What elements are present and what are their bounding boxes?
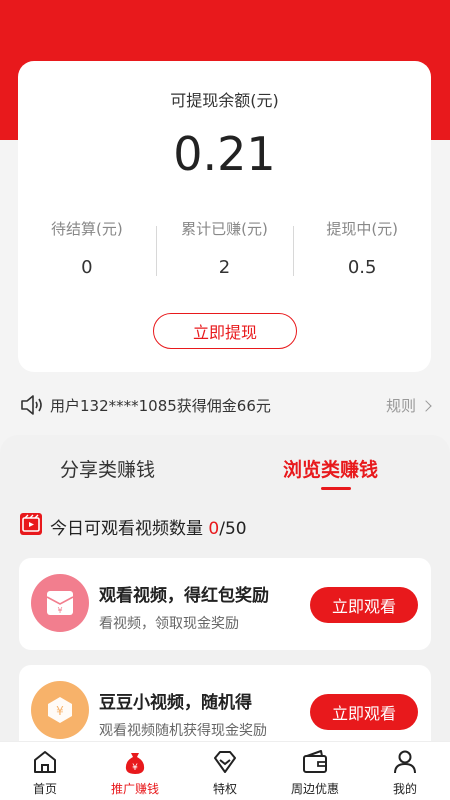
stat-value: 2 [218, 257, 231, 278]
tabbar-label: 我的 [392, 782, 417, 796]
notice-text: 用户132****1085获得佣金66元 [50, 397, 271, 415]
wallet-icon [303, 750, 327, 773]
red-envelope-icon: ¥ [31, 574, 89, 632]
tabbar-item-home[interactable]: 首页 [0, 742, 90, 800]
watch-now-button[interactable]: 立即观看 [310, 694, 418, 730]
rules-label: 规则 [385, 397, 416, 415]
task-title: 观看视频，得红包奖励 [99, 586, 269, 606]
tab-active-indicator [321, 487, 351, 490]
watch-now-button[interactable]: 立即观看 [310, 587, 418, 623]
task-subtitle: 看视频，领取现金奖励 [99, 616, 239, 632]
tabbar-label: 推广赚钱 [110, 782, 159, 796]
stat-withdrawing: 提现中(元) 0.5 [293, 216, 431, 278]
stat-pending: 待结算(元) 0 [18, 216, 156, 278]
stat-value: 0 [81, 257, 93, 278]
video-count: 今日可观看视频数量 0/50 [50, 514, 247, 539]
stat-label: 累计已赚(元) [181, 220, 268, 238]
balance-card: 可提现余额(元) 0.21 待结算(元) 0 累计已赚(元) 2 提现中(元) … [18, 61, 431, 372]
video-count-label: 今日可观看视频数量 [50, 519, 203, 539]
task-card: ¥ 观看视频，得红包奖励 看视频，领取现金奖励 立即观看 [19, 558, 431, 650]
chevron-right-icon [420, 399, 432, 412]
tabbar-item-profile[interactable]: 我的 [360, 742, 450, 800]
tab-browse[interactable]: 浏览类赚钱 [283, 455, 378, 482]
tabbar-item-privilege[interactable]: 特权 [180, 742, 270, 800]
speaker-icon [21, 395, 42, 415]
user-icon [394, 750, 416, 774]
task-card: ¥ 豆豆小视频，随机得 观看视频随机获得现金奖励 立即观看 [19, 665, 431, 745]
diamond-icon [214, 751, 236, 773]
coin-icon: ¥ [31, 681, 89, 739]
svg-text:¥: ¥ [57, 606, 62, 615]
video-count-total: /50 [219, 519, 247, 539]
money-bag-icon: ¥ [125, 753, 145, 774]
tabbar-label: 周边优惠 [290, 782, 339, 796]
stat-label: 提现中(元) [326, 220, 399, 238]
tabbar-label: 特权 [212, 782, 237, 796]
stat-label: 待结算(元) [50, 220, 123, 238]
bottom-tabbar: 首页 ¥ 推广赚钱 特权 周边优惠 我的 [0, 741, 450, 800]
video-count-current: 0 [208, 519, 220, 539]
task-subtitle: 观看视频随机获得现金奖励 [99, 723, 267, 739]
svg-text:¥: ¥ [56, 704, 64, 718]
tabbar-item-promote[interactable]: ¥ 推广赚钱 [90, 742, 180, 800]
tabbar-label: 首页 [32, 782, 57, 796]
withdraw-button[interactable]: 立即提现 [153, 313, 297, 349]
svg-text:¥: ¥ [132, 763, 138, 773]
task-title: 豆豆小视频，随机得 [99, 693, 252, 713]
balance-label: 可提现余额(元) [170, 91, 279, 110]
tabbar-item-nearby[interactable]: 周边优惠 [270, 742, 360, 800]
tab-share[interactable]: 分享类赚钱 [60, 455, 155, 482]
balance-stats: 待结算(元) 0 累计已赚(元) 2 提现中(元) 0.5 [18, 216, 431, 278]
stat-earned: 累计已赚(元) 2 [155, 216, 294, 278]
earn-panel: 分享类赚钱 浏览类赚钱 今日可观看视频数量 0/50 ¥ 观看视频，得红包奖励 … [0, 435, 450, 745]
notice-bar: 用户132****1085获得佣金66元 规则 [0, 390, 450, 420]
home-icon [34, 751, 56, 773]
video-icon [20, 513, 42, 535]
stat-value: 0.5 [347, 257, 377, 278]
balance-amount: 0.21 [173, 127, 276, 181]
rules-link[interactable]: 规则 [385, 395, 432, 416]
